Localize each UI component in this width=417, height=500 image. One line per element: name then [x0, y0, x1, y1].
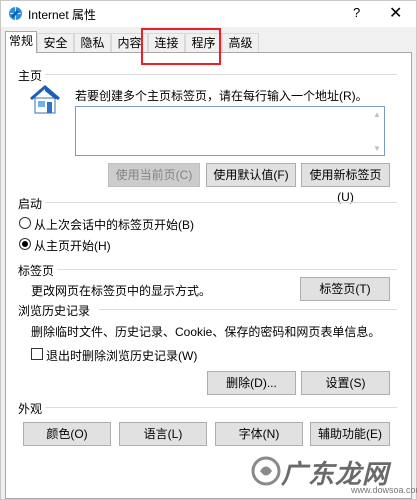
home-group-label: 主页	[18, 69, 43, 83]
tabs-group-label: 标签页	[18, 264, 55, 278]
radio-start-last-session-label[interactable]: 从上次会话中的标签页开始(B)	[34, 216, 194, 233]
tab-advanced[interactable]: 高级	[222, 33, 259, 52]
colors-button[interactable]: 颜色(O)	[23, 422, 111, 446]
watermark-logo-icon	[251, 456, 281, 486]
tabs-settings-button[interactable]: 标签页(T)	[300, 277, 390, 301]
delete-history-button[interactable]: 删除(D)...	[207, 371, 296, 395]
appearance-group-label: 外观	[18, 402, 43, 416]
site-watermark: 广东龙网 www.dowsoa.com	[239, 452, 417, 498]
radio-selected-dot	[22, 241, 28, 247]
internet-properties-dialog: Internet 属性 ? ✕ 常规 安全 隐私 内容 连接 程序 高级 主页 …	[0, 0, 417, 500]
tabs-group-divider	[57, 269, 397, 270]
tab-security[interactable]: 安全	[37, 33, 74, 52]
home-page-icon	[30, 85, 60, 114]
scroll-up-icon[interactable]: ▲	[373, 110, 381, 119]
tabs-description: 更改网页在标签页中的显示方式。	[31, 284, 212, 298]
use-new-tab-button[interactable]: 使用新标签页(U)	[301, 163, 390, 204]
use-current-button[interactable]: 使用当前页(C)	[108, 163, 200, 187]
radio-start-home-page-label[interactable]: 从主页开始(H)	[34, 237, 111, 254]
radio-start-home-page[interactable]	[19, 238, 31, 250]
scroll-down-icon[interactable]: ▼	[373, 144, 381, 153]
history-description: 删除临时文件、历史记录、Cookie、保存的密码和网页表单信息。	[31, 325, 381, 339]
watermark-url: www.dowsoa.com	[351, 485, 417, 495]
startup-group-label: 启动	[18, 197, 43, 211]
fonts-button[interactable]: 字体(N)	[215, 422, 303, 446]
startup-group-divider	[45, 202, 397, 203]
history-group-divider	[99, 309, 397, 310]
tab-privacy[interactable]: 隐私	[74, 33, 111, 52]
languages-button[interactable]: 语言(L)	[119, 422, 207, 446]
use-default-button[interactable]: 使用默认值(F)	[206, 163, 296, 187]
close-button[interactable]: ✕	[389, 3, 402, 23]
home-description: 若要创建多个主页标签页，请在每行输入一个地址(R)。	[75, 89, 368, 103]
tab-general[interactable]: 常规	[5, 31, 37, 53]
window-title: Internet 属性	[28, 8, 97, 22]
home-page-address-input[interactable]: ▲ ▼	[75, 106, 385, 156]
home-group-divider	[45, 74, 397, 75]
internet-options-icon	[9, 7, 22, 20]
history-settings-button[interactable]: 设置(S)	[301, 371, 390, 395]
help-button[interactable]: ?	[353, 5, 360, 20]
radio-start-last-session[interactable]	[19, 217, 31, 229]
appearance-group-divider	[45, 407, 397, 408]
delete-on-exit-label[interactable]: 退出时删除浏览历史记录(W)	[46, 347, 197, 364]
textarea-scrollbar[interactable]: ▲ ▼	[370, 107, 384, 155]
accessibility-button[interactable]: 辅助功能(E)	[310, 422, 390, 446]
history-group-label: 浏览历史记录	[18, 304, 91, 318]
annotation-highlight-box	[141, 28, 221, 65]
title-bar: Internet 属性 ? ✕	[1, 1, 416, 27]
delete-on-exit-checkbox[interactable]	[31, 348, 43, 360]
